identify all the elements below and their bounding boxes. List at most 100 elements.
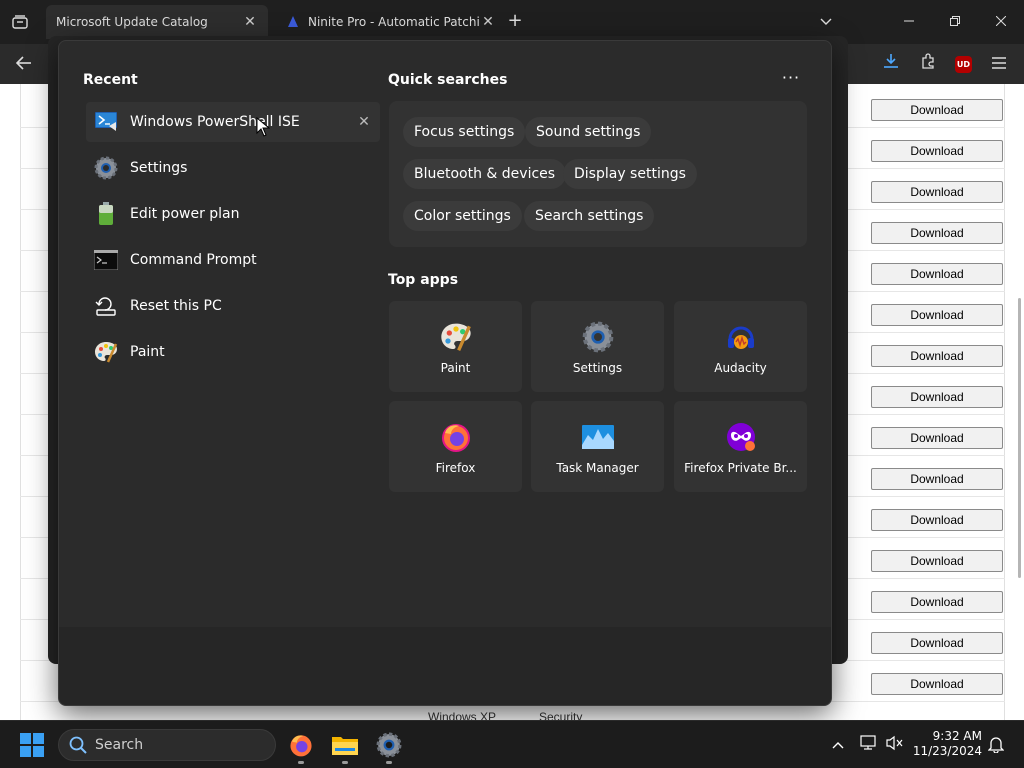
downloads-icon[interactable] (880, 53, 902, 75)
firefox-icon (440, 421, 472, 453)
minimize-icon[interactable] (897, 10, 921, 34)
menu-footer (59, 627, 831, 705)
download-button[interactable]: Download (871, 468, 1003, 490)
download-button[interactable]: Download (871, 304, 1003, 326)
running-indicator (386, 761, 392, 764)
back-arrow-icon[interactable] (12, 52, 36, 76)
taskbar-settings[interactable] (373, 729, 405, 764)
command-prompt-icon (94, 248, 118, 272)
new-tab-button[interactable]: + (504, 10, 526, 32)
download-button[interactable]: Download (871, 632, 1003, 654)
folder-icon (332, 737, 358, 755)
system-clock[interactable]: 9:32 AM 11/23/2024 (910, 729, 982, 759)
download-button[interactable]: Download (871, 509, 1003, 531)
download-button[interactable]: Download (871, 345, 1003, 367)
tab-title: Ninite Pro - Automatic Patching (308, 15, 480, 29)
tab-list-icon[interactable] (8, 10, 32, 34)
download-button[interactable]: Download (871, 222, 1003, 244)
paint-palette-icon (94, 340, 118, 364)
audacity-icon (725, 321, 757, 353)
download-button[interactable]: Download (871, 263, 1003, 285)
recent-item-label: Windows PowerShell ISE (130, 114, 300, 130)
running-indicator (298, 761, 304, 764)
recent-item-powershell-ise[interactable]: Windows PowerShell ISE ✕ (86, 102, 380, 142)
search-icon (69, 736, 87, 754)
download-button[interactable]: Download (871, 386, 1003, 408)
recent-item-edit-power-plan[interactable]: Edit power plan (86, 194, 380, 234)
download-button[interactable]: Download (871, 427, 1003, 449)
firefox-icon (290, 735, 312, 757)
quick-search-display-settings[interactable]: Display settings (563, 159, 697, 189)
top-app-settings[interactable]: Settings (531, 301, 664, 392)
tab-title: Microsoft Update Catalog (56, 15, 208, 29)
taskbar-firefox[interactable] (285, 729, 317, 764)
battery-icon (94, 202, 118, 226)
tab-overflow-chevron-icon[interactable] (814, 10, 838, 34)
download-button[interactable]: Download (871, 550, 1003, 572)
download-button[interactable]: Download (871, 140, 1003, 162)
tab-close-icon[interactable]: ✕ (480, 14, 496, 30)
notification-bell-icon[interactable] (986, 735, 1006, 755)
mouse-cursor-icon (256, 117, 270, 137)
hamburger-menu-icon[interactable] (988, 53, 1010, 75)
top-app-label: Audacity (714, 361, 767, 375)
settings-gear-icon (582, 321, 614, 353)
download-button[interactable]: Download (871, 99, 1003, 121)
taskbar-search-box[interactable]: Search (58, 729, 276, 761)
product-cell: Windows XP (428, 710, 497, 720)
recent-item-label: Command Prompt (130, 252, 257, 268)
quick-search-color-settings[interactable]: Color settings (403, 201, 522, 231)
settings-gear-icon (376, 732, 402, 758)
clock-date: 11/23/2024 (912, 744, 982, 758)
reset-pc-icon (94, 294, 118, 318)
recent-item-settings[interactable]: Settings (86, 148, 380, 188)
recent-heading: Recent (83, 72, 138, 88)
quick-search-focus-settings[interactable]: Focus settings (403, 117, 526, 147)
more-options-icon[interactable]: ··· (780, 69, 802, 91)
search-flyout: Recent Windows PowerShell ISE ✕ Settings… (58, 40, 832, 706)
top-app-firefox[interactable]: Firefox (389, 401, 522, 492)
search-placeholder: Search (95, 737, 144, 753)
quick-search-bluetooth-devices[interactable]: Bluetooth & devices (403, 159, 567, 189)
show-hidden-icons-chevron-icon[interactable] (828, 735, 848, 755)
ninite-favicon-icon (288, 16, 298, 27)
clock-time: 9:32 AM (932, 729, 982, 743)
quick-searches-heading: Quick searches (388, 72, 508, 88)
restore-icon[interactable] (943, 10, 967, 34)
recent-item-paint[interactable]: Paint (86, 332, 380, 372)
powershell-ise-icon (94, 110, 118, 134)
settings-gear-icon (94, 156, 118, 180)
recent-item-reset-this-pc[interactable]: Reset this PC (86, 286, 380, 326)
quick-search-search-settings[interactable]: Search settings (524, 201, 655, 231)
taskbar: Search 9:32 AM 11/23/2024 (0, 720, 1024, 768)
page-scrollbar[interactable] (1018, 298, 1021, 578)
classification-cell: Security (539, 710, 583, 720)
top-app-label: Task Manager (556, 461, 639, 475)
tab-microsoft-update-catalog[interactable]: Microsoft Update Catalog ✕ (46, 5, 268, 39)
network-icon[interactable] (859, 735, 879, 755)
remove-recent-close-icon[interactable]: ✕ (354, 114, 374, 130)
top-app-task-manager[interactable]: Task Manager (531, 401, 664, 492)
download-button[interactable]: Download (871, 591, 1003, 613)
recent-item-label: Settings (130, 160, 188, 176)
top-app-paint[interactable]: Paint (389, 301, 522, 392)
top-app-label: Paint (440, 361, 471, 375)
extensions-puzzle-icon[interactable] (917, 53, 939, 75)
taskbar-file-explorer[interactable] (329, 729, 361, 764)
tab-ninite-pro[interactable]: Ninite Pro - Automatic Patching ✕ (276, 5, 506, 39)
close-window-icon[interactable] (989, 10, 1013, 34)
task-manager-icon (581, 421, 614, 453)
ublock-extension-icon[interactable]: UD (955, 56, 972, 73)
windows-start-icon[interactable] (20, 733, 44, 757)
recent-item-command-prompt[interactable]: Command Prompt (86, 240, 380, 280)
download-button[interactable]: Download (871, 181, 1003, 203)
table-border (20, 84, 21, 720)
quick-search-sound-settings[interactable]: Sound settings (525, 117, 652, 147)
top-app-label: Firefox Private Br... (684, 461, 797, 475)
tab-close-icon[interactable]: ✕ (242, 14, 258, 30)
top-app-audacity[interactable]: Audacity (674, 301, 807, 392)
volume-muted-icon[interactable] (885, 735, 905, 755)
top-app-label: Firefox (435, 461, 476, 475)
top-app-firefox-private[interactable]: Firefox Private Br... (674, 401, 807, 492)
download-button[interactable]: Download (871, 673, 1003, 695)
